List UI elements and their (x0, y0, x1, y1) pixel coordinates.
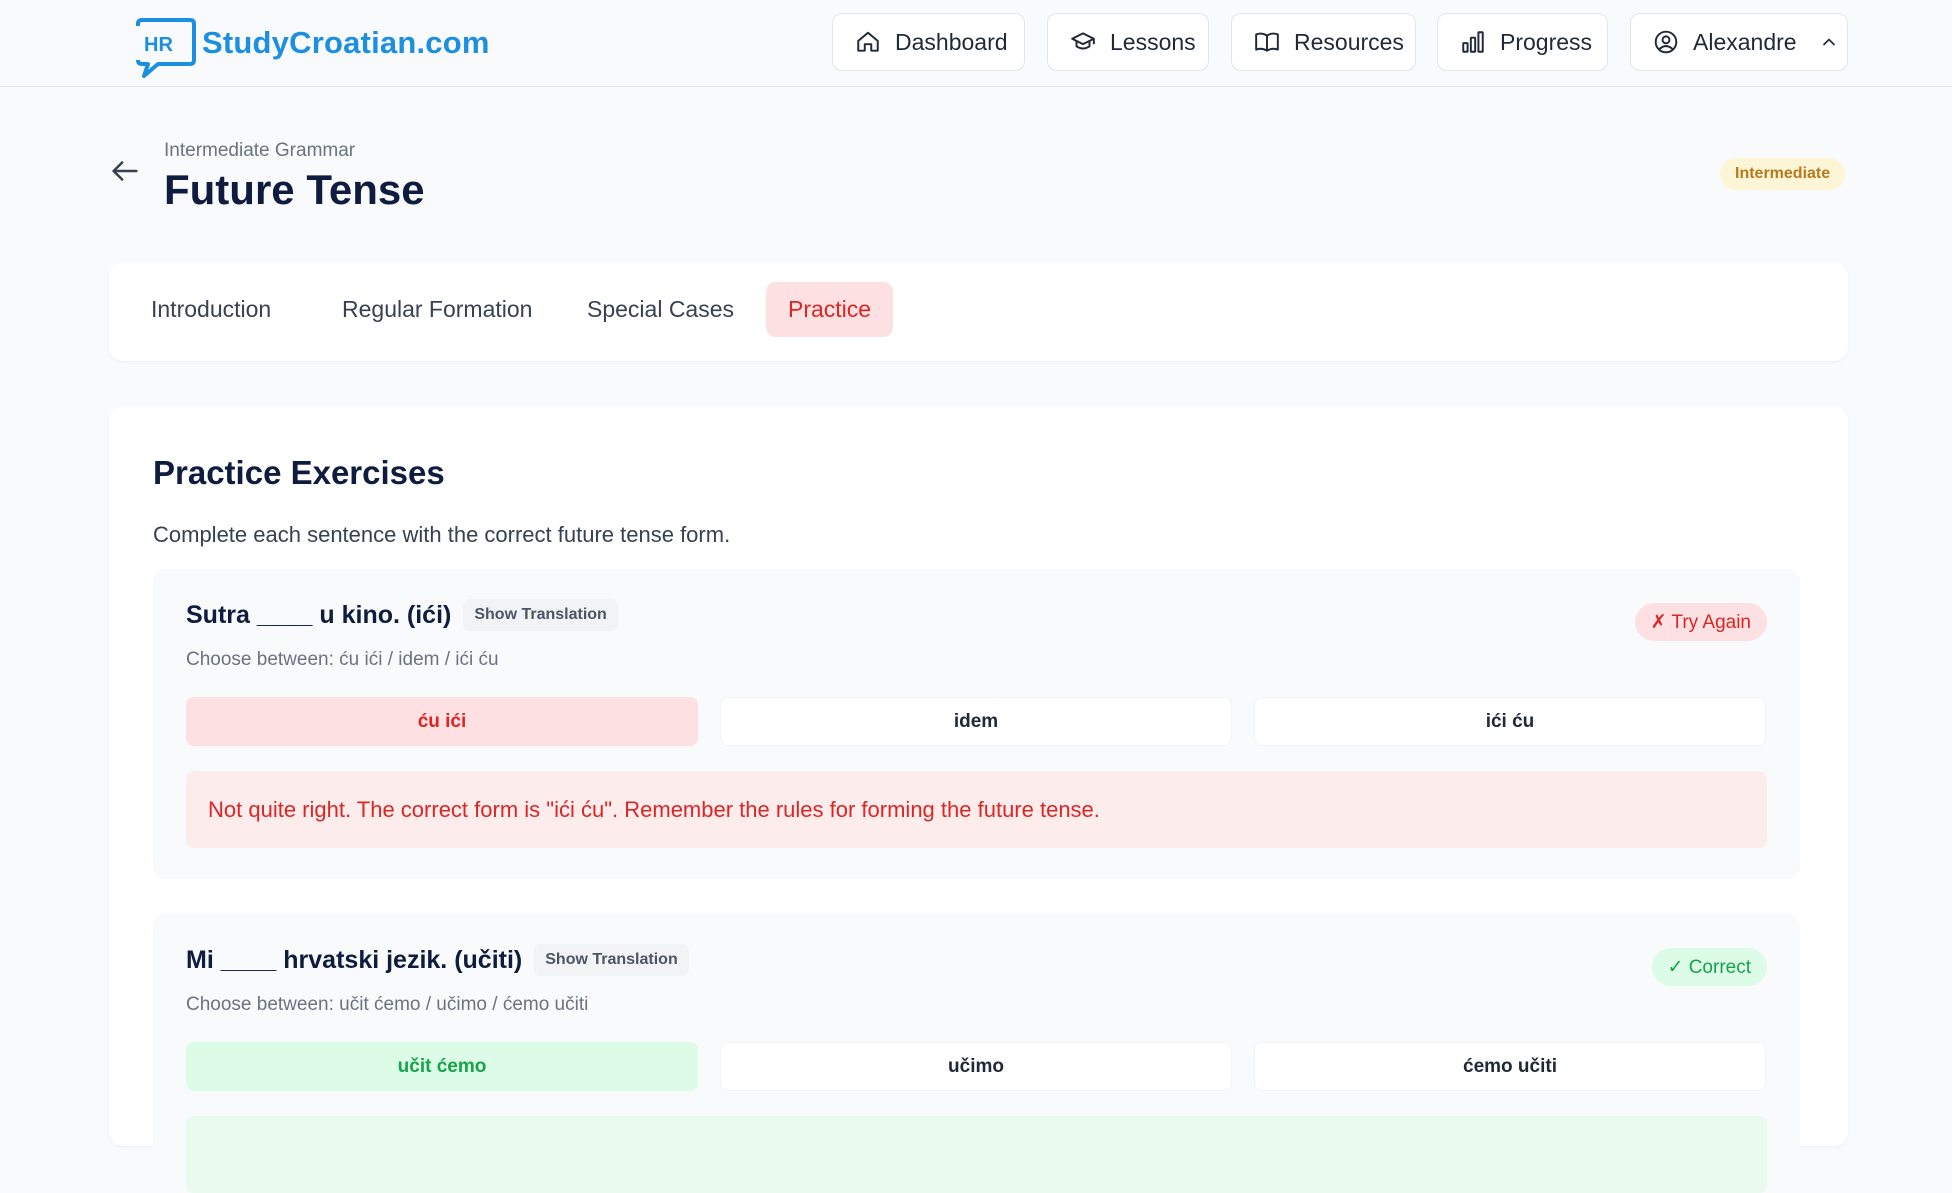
back-arrow-icon[interactable] (108, 154, 142, 188)
open-book-icon (1255, 32, 1279, 52)
answer-option[interactable]: učimo (720, 1042, 1232, 1091)
question-text: Mi ____ hrvatski jezik. (učiti) (186, 945, 523, 974)
practice-panel: Practice Exercises Complete each sentenc… (109, 406, 1848, 1193)
main-nav: Dashboard Lessons Resources Progress Ale… (0, 13, 1952, 71)
answer-option[interactable]: ću ići (186, 697, 698, 746)
nav-dashboard-button[interactable]: Dashboard (832, 13, 1025, 71)
question-row: Mi ____ hrvatski jezik. (učiti) Show Tra… (186, 944, 689, 976)
user-name: Alexandre (1693, 28, 1797, 55)
nav-progress-button[interactable]: Progress (1437, 13, 1608, 71)
question-hint: Choose between: ću ići / idem / ići ću (186, 649, 499, 670)
answer-option[interactable]: ići ću (1254, 697, 1766, 746)
question-hint: Choose between: učit ćemo / učimo / ćemo… (186, 994, 589, 1015)
exercise-card: Sutra ____ u kino. (ići) Show Translatio… (153, 569, 1800, 879)
answer-option[interactable]: učit ćemo (186, 1042, 698, 1091)
exercise-card: Mi ____ hrvatski jezik. (učiti) Show Tra… (153, 914, 1800, 1193)
level-badge: Intermediate (1720, 158, 1846, 190)
bar-chart-icon (1462, 31, 1484, 53)
status-badge-correct: ✓ Correct (1651, 948, 1767, 986)
nav-resources-button[interactable]: Resources (1231, 13, 1416, 71)
page-title: Future Tense (164, 166, 425, 213)
practice-title: Practice Exercises (153, 454, 445, 491)
show-translation-button[interactable]: Show Translation (463, 599, 618, 631)
user-menu-button[interactable]: Alexandre (1630, 13, 1848, 71)
home-icon (857, 31, 879, 52)
lesson-tabs: Introduction Regular Formation Special C… (109, 262, 1848, 361)
top-bar: HR StudyCroatian.com Dashboard Lessons R… (0, 0, 1952, 87)
nav-lessons-label: Lessons (1110, 28, 1196, 55)
feedback-message: Not quite right. The correct form is "ić… (186, 771, 1767, 848)
answer-option[interactable]: ćemo učiti (1254, 1042, 1766, 1091)
tab-introduction[interactable]: Introduction (129, 282, 293, 337)
status-badge-try-again: ✗ Try Again (1634, 603, 1767, 641)
tab-practice[interactable]: Practice (766, 282, 894, 337)
show-translation-button[interactable]: Show Translation (534, 944, 689, 976)
graduation-cap-icon (1071, 32, 1095, 50)
user-avatar-icon (1654, 30, 1678, 54)
nav-resources-label: Resources (1294, 28, 1404, 55)
question-text: Sutra ____ u kino. (ići) (186, 600, 452, 629)
answer-option[interactable]: idem (720, 697, 1232, 746)
breadcrumb[interactable]: Intermediate Grammar (164, 140, 355, 162)
nav-progress-label: Progress (1500, 28, 1593, 55)
chevron-up-icon (1822, 38, 1835, 46)
tab-special-cases[interactable]: Special Cases (565, 282, 756, 337)
practice-description: Complete each sentence with the correct … (153, 522, 731, 547)
nav-dashboard-label: Dashboard (895, 28, 1008, 55)
question-row: Sutra ____ u kino. (ići) Show Translatio… (186, 599, 618, 631)
tab-regular-formation[interactable]: Regular Formation (320, 282, 554, 337)
nav-lessons-button[interactable]: Lessons (1047, 13, 1209, 71)
